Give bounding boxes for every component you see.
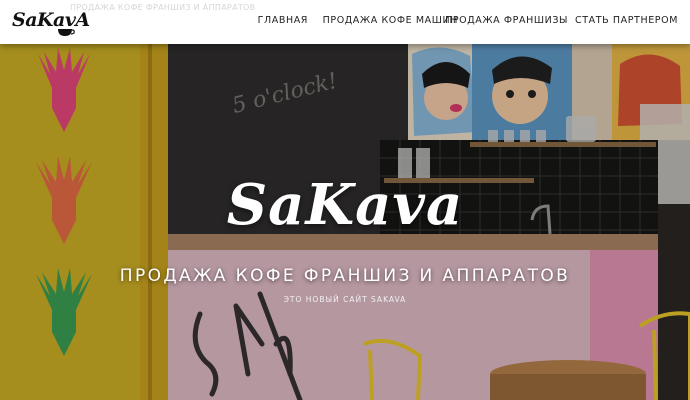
navbar-ghost-text: ПРОДАЖА КОФЕ ФРАНШИЗ И АППАРАТОВ [70,3,256,12]
logo-text: SaKavA [12,9,90,31]
navbar: ПРОДАЖА КОФЕ ФРАНШИЗ И АППАРАТОВ SaKavA … [0,0,690,44]
nav-link-partner[interactable]: СТАТЬ ПАРТНЕРОМ [575,15,678,26]
coffee-cup-icon [58,29,75,36]
nav-link-franchise[interactable]: ПРОДАЖА ФРАНШИЗЫ [445,15,568,26]
hero-subline: ЭТО НОВЫЙ САЙТ SAKAVA [283,295,407,304]
hero-brand-title: SaKava [226,172,464,238]
nav-link-coffee-machines[interactable]: ПРОДАЖА КОФЕ МАШИН [323,15,458,26]
nav-link-home[interactable]: ГЛАВНАЯ [258,15,308,26]
hero-headline: ПРОДАЖА КОФЕ ФРАНШИЗ И АППАРАТОВ [119,266,571,286]
hero-section: 5 o'clock! SaKava ПРОДАЖА КОФЕ ФРАНШИЗ И… [0,44,690,400]
site-logo[interactable]: SaKavA [12,8,90,38]
